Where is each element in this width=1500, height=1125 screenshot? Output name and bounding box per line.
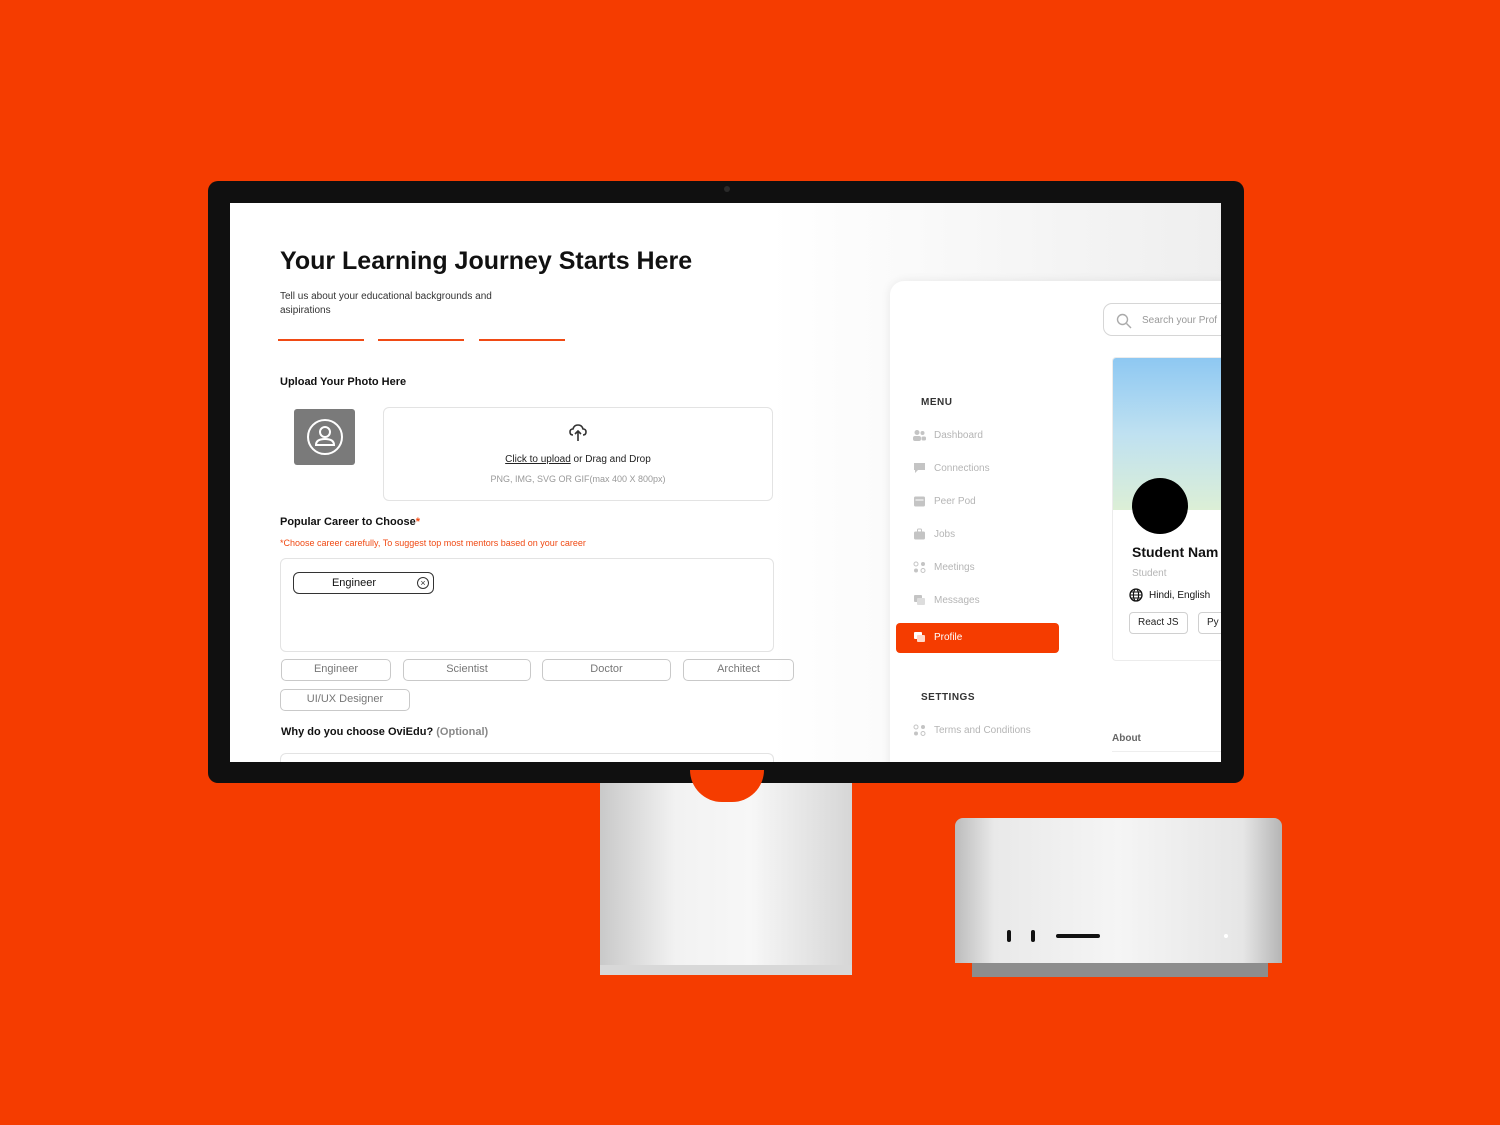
progress-step-2 — [378, 339, 464, 341]
career-note: *Choose career carefully, To suggest top… — [280, 538, 586, 548]
meetings-icon — [913, 561, 926, 573]
search-icon — [1116, 313, 1132, 329]
student-name: Student Nam — [1132, 544, 1219, 560]
upload-dropzone[interactable]: Click to upload or Drag and Drop PNG, IM… — [383, 407, 773, 501]
upload-drag-text: or Drag and Drop — [573, 454, 651, 465]
sd-card-slot — [1056, 934, 1100, 938]
monitor: Your Learning Journey Starts Here Tell u… — [208, 181, 1244, 783]
upload-icon — [569, 424, 587, 441]
usb-port — [1031, 930, 1035, 942]
power-led — [1224, 934, 1228, 938]
users-icon — [913, 430, 926, 441]
student-role: Student — [1132, 568, 1167, 579]
avatar — [1132, 478, 1188, 534]
profile-card: Student Nam Student Hindi, English React… — [1112, 357, 1221, 661]
briefcase-icon — [914, 528, 925, 540]
career-option-doctor[interactable]: Doctor — [542, 659, 671, 681]
menu-heading: MENU — [921, 397, 953, 408]
about-heading: About — [1112, 733, 1141, 744]
why-textarea[interactable] — [280, 753, 774, 762]
career-option-architect[interactable]: Architect — [683, 659, 794, 681]
nav-item-peer-pod[interactable]: Peer Pod — [913, 489, 1076, 515]
nav-item-jobs[interactable]: Jobs — [913, 522, 1076, 548]
camera-dot — [724, 186, 730, 192]
dashboard-panel: MENU Dashboard Connections Peer Pod Jobs… — [890, 281, 1221, 762]
progress-step-1 — [278, 339, 364, 341]
desktop-computer — [955, 818, 1282, 963]
page-title: Your Learning Journey Starts Here — [280, 247, 693, 275]
screen: Your Learning Journey Starts Here Tell u… — [230, 203, 1221, 762]
skill-tag[interactable]: Py — [1198, 612, 1221, 634]
page-subtitle: Tell us about your educational backgroun… — [280, 291, 492, 316]
nav-item-messages[interactable]: Messages — [913, 588, 1076, 614]
nav-item-dashboard[interactable]: Dashboard — [913, 423, 1076, 449]
languages-text: Hindi, English — [1149, 589, 1211, 601]
career-option-uiux[interactable]: UI/UX Designer — [280, 689, 410, 711]
career-select-box[interactable]: Engineer × — [280, 558, 774, 652]
monitor-stand — [600, 783, 852, 973]
progress-step-3 — [479, 339, 565, 341]
why-label: Why do you choose OviEdu? (Optional) — [281, 726, 489, 738]
nav-item-meetings[interactable]: Meetings — [913, 555, 1076, 581]
usb-port — [1007, 930, 1011, 942]
search-box[interactable] — [1103, 303, 1221, 336]
click-to-upload-link[interactable]: Click to upload — [505, 454, 571, 465]
globe-icon — [1129, 588, 1143, 602]
languages-row: Hindi, English — [1129, 588, 1210, 602]
career-option-scientist[interactable]: Scientist — [403, 659, 531, 681]
nav-item-connections[interactable]: Connections — [913, 456, 1076, 482]
user-icon — [306, 419, 343, 455]
photo-placeholder[interactable] — [294, 409, 355, 465]
career-option-engineer[interactable]: Engineer — [281, 659, 391, 681]
upload-label: Upload Your Photo Here — [280, 376, 407, 388]
career-label: Popular Career to Choose* — [280, 516, 420, 528]
skill-tag[interactable]: React JS — [1129, 612, 1188, 634]
nav-item-terms[interactable]: Terms and Conditions — [913, 718, 1076, 744]
close-circle-icon[interactable]: × — [417, 577, 429, 589]
upload-hint: PNG, IMG, SVG OR GIF(max 400 X 800px) — [490, 474, 666, 484]
settings-heading: SETTINGS — [921, 692, 976, 703]
chat-icon — [914, 463, 925, 473]
search-input[interactable] — [1142, 305, 1221, 335]
nav-item-profile[interactable]: Profile — [896, 623, 1059, 653]
profile-icon — [914, 632, 925, 642]
selected-career-chip: Engineer × — [293, 572, 434, 594]
calendar-icon — [914, 496, 925, 507]
terms-icon — [913, 724, 926, 736]
messages-icon — [914, 595, 925, 605]
